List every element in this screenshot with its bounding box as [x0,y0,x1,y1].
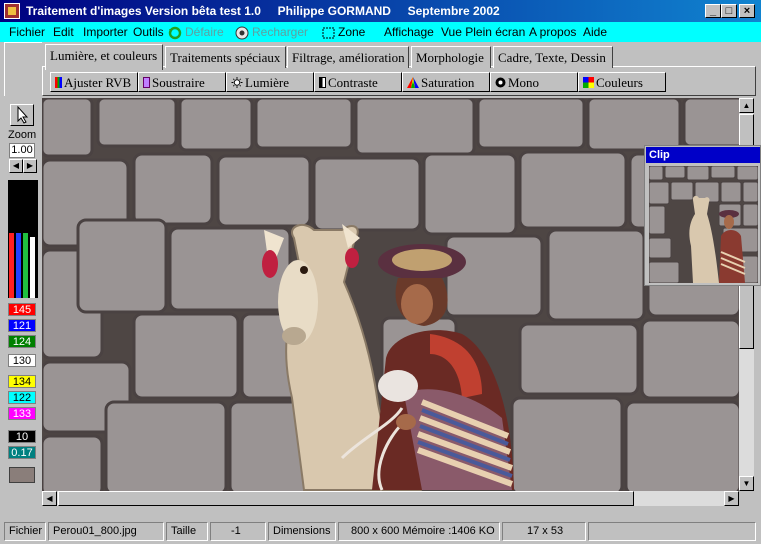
horizontal-scrollbar[interactable]: ◀ ▶ [42,491,739,506]
app-icon[interactable] [4,3,20,19]
ajuster-rvb-label: Ajuster RVB [64,75,132,90]
subtract-icon [143,77,150,88]
contraste-label: Contraste [328,75,378,90]
menu-zone-label: Zone [338,25,366,39]
value-red: 145 [8,303,36,316]
minimize-button[interactable]: _ [705,4,721,18]
chevron-left-icon: ◀ [12,161,20,170]
zoom-value[interactable]: 1.00 [9,143,35,158]
tab-lumiere-couleurs[interactable]: Lumière, et couleurs [45,44,163,70]
clip-title: Clip [646,147,760,163]
lumiere-label: Lumière [245,75,290,90]
saturation-label: Saturation [421,75,475,90]
menu-a-propos[interactable]: A propos [529,25,576,39]
menu-aide[interactable]: Aide [583,25,607,39]
scroll-left-button[interactable]: ◀ [42,491,57,506]
close-button[interactable]: × [739,4,755,18]
value-ratio: 0.17 [8,446,36,459]
menu-vue-plein-ecran[interactable]: Vue Plein écran [441,25,525,39]
luminance-level-bar [30,237,35,298]
scroll-down-button[interactable]: ▼ [739,476,754,491]
mono-icon [495,77,506,88]
undo-icon [168,26,182,40]
blue-level-bar [16,233,21,298]
status-taille-label: Taille [166,522,208,541]
lumiere-button[interactable]: Lumière [226,72,314,92]
title-bar: Traitement d'images Version bêta test 1.… [0,0,761,22]
value-yellow: 134 [8,375,36,388]
tab-filtrage-amelioration[interactable]: Filtrage, amélioration [287,46,409,68]
couleurs-button[interactable]: Couleurs [578,72,666,92]
value-blue: 121 [8,319,36,332]
mono-label: Mono [508,75,540,90]
soustraire-label: Soustraire [152,75,205,90]
zoom-increase-button[interactable]: ▶ [23,159,37,173]
menu-recharger-label: Recharger [252,25,309,39]
ajuster-rvb-button[interactable]: Ajuster RVB [50,72,138,92]
tab-morphologie[interactable]: Morphologie [411,46,491,68]
red-level-bar [9,233,14,298]
menu-defaire-label: Défaire [185,25,224,39]
image-canvas[interactable] [42,98,739,491]
pointer-icon [17,105,29,124]
mono-button[interactable]: Mono [490,72,578,92]
soustraire-button[interactable]: Soustraire [138,72,226,92]
scroll-right-button[interactable]: ▶ [724,491,739,506]
menu-edit[interactable]: Edit [53,25,74,39]
arrow-down-icon: ▼ [742,479,751,488]
color-level-meter [8,180,38,298]
menu-bar: Fichier Edit Importer Outils Défaire Rec… [0,22,761,42]
colors-icon [583,77,594,88]
maximize-button[interactable]: □ [721,4,737,18]
status-fichier-label: Fichier [4,522,46,541]
scroll-up-button[interactable]: ▲ [739,98,754,113]
tab-traitements-speciaux[interactable]: Traitements spéciaux [165,46,286,68]
menu-defaire[interactable]: Défaire [168,25,224,40]
reload-icon [235,26,249,40]
clip-photo [649,166,758,283]
menu-outils[interactable]: Outils [133,25,164,39]
value-luminance: 130 [8,354,36,367]
clip-preview-image [649,166,758,283]
rgb-icon [55,77,62,88]
photo-llama-girl [42,98,739,491]
zoom-decrease-button[interactable]: ◀ [9,159,23,173]
status-taille-value: -1 [210,522,266,541]
green-level-bar [23,233,28,298]
scroll-corner [739,491,754,506]
menu-fichier[interactable]: Fichier [9,25,45,39]
menu-affichage[interactable]: Affichage [384,25,434,39]
value-cyan: 122 [8,391,36,404]
window-title: Traitement d'images Version bêta test 1.… [26,4,500,18]
contraste-button[interactable]: Contraste [314,72,402,92]
saturation-icon [407,77,419,88]
saturation-button[interactable]: Saturation [402,72,490,92]
status-dimensions-value: 800 x 600 Mémoire :1406 KO [338,522,500,541]
zone-select-icon [322,27,335,39]
zoom-label: Zoom [8,129,37,141]
value-black: 10 [8,430,36,443]
pointer-tool-button[interactable] [10,104,34,126]
horizontal-scroll-thumb[interactable] [58,491,634,506]
status-extra [588,522,756,541]
arrow-up-icon: ▲ [742,101,751,110]
value-green: 124 [8,335,36,348]
arrow-left-icon: ◀ [46,494,53,503]
arrow-right-icon: ▶ [728,494,735,503]
status-filename: Perou01_800.jpg [48,522,164,541]
tab-cadre-texte-dessin[interactable]: Cadre, Texte, Dessin [493,46,613,68]
chevron-right-icon: ▶ [26,161,34,170]
tool-area-frame [4,42,42,96]
couleurs-label: Couleurs [596,75,643,90]
value-magenta: 133 [8,407,36,420]
color-swatch [9,467,35,483]
clip-window[interactable]: Clip [644,145,761,286]
menu-importer[interactable]: Importer [83,25,128,39]
menu-zone[interactable]: Zone [322,25,365,39]
light-icon [231,77,243,88]
status-cursor-position: 17 x 53 [502,522,586,541]
menu-recharger[interactable]: Recharger [235,25,308,40]
contrast-icon [319,77,326,88]
status-dimensions-label: Dimensions [268,522,336,541]
